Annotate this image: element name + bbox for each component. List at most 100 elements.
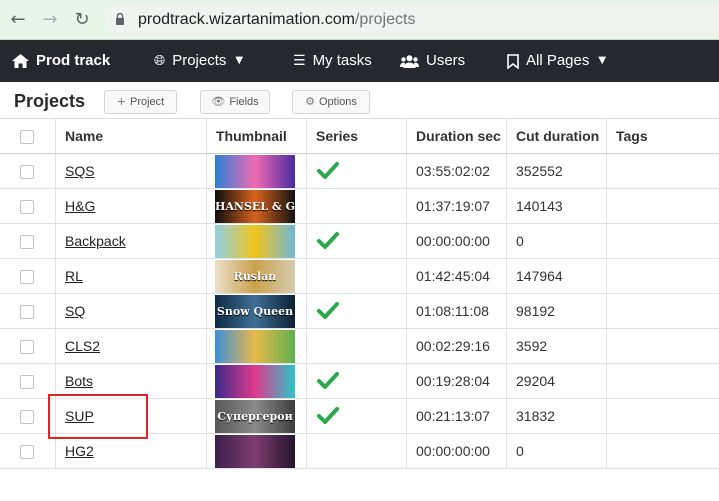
row-checkbox[interactable]	[20, 375, 34, 389]
add-project-label: Project	[129, 96, 165, 108]
project-name-link[interactable]: Bots	[65, 373, 93, 389]
reload-icon[interactable]: ↻	[70, 8, 94, 32]
page-toolbar: Projects + Project 👁︎ Fields ⚙︎ Options	[0, 82, 719, 120]
thumbnail-cell	[207, 364, 307, 398]
project-name-link[interactable]: HG2	[65, 443, 94, 459]
nav-projects[interactable]: 🌐︎ Projects ▼	[154, 40, 243, 82]
address-bar[interactable]: prodtrack.wizartanimation.com/projects	[105, 6, 719, 34]
caret-down-icon: ▼	[598, 55, 607, 67]
project-name-link[interactable]: CLS2	[65, 338, 100, 354]
gears-icon: ⚙︎	[305, 95, 315, 108]
project-thumbnail[interactable]: HANSEL & GRETEL	[215, 190, 295, 223]
cut-duration-cell: 3592	[507, 329, 607, 363]
nav-all-pages[interactable]: All Pages ▼	[507, 40, 606, 82]
caret-down-icon: ▼	[235, 55, 244, 67]
header-tags[interactable]: Tags	[607, 119, 719, 153]
project-thumbnail[interactable]	[215, 225, 295, 258]
row-checkbox[interactable]	[20, 305, 34, 319]
thumbnail-cell	[207, 434, 307, 468]
series-cell	[307, 224, 407, 258]
bookmark-icon	[507, 53, 519, 69]
check-icon	[317, 232, 339, 249]
brand-label: Prod track	[36, 52, 111, 69]
header-duration[interactable]: Duration sec	[407, 119, 507, 153]
name-cell: HG2	[56, 434, 207, 468]
name-cell: Backpack	[56, 224, 207, 258]
project-thumbnail[interactable]	[215, 155, 295, 188]
project-thumbnail[interactable]	[215, 365, 295, 398]
table-row: HG2 00:00:00:00 0	[0, 434, 719, 469]
series-cell	[307, 259, 407, 293]
table-row: SQS 03:55:02:02 352552	[0, 154, 719, 189]
cut-duration-cell: 0	[507, 434, 607, 468]
header-thumbnail[interactable]: Thumbnail	[207, 119, 307, 153]
nav-my-tasks[interactable]: ☰ My tasks	[293, 40, 372, 82]
project-name-link[interactable]: RL	[65, 268, 83, 284]
duration-cell: 01:08:11:08	[407, 294, 507, 328]
check-icon	[317, 302, 339, 319]
page-title: Projects	[14, 91, 86, 111]
table-row: H&G HANSEL & GRETEL 01:37:19:07140143	[0, 189, 719, 224]
duration-cell: 00:21:13:07	[407, 399, 507, 433]
project-thumbnail[interactable]	[215, 435, 295, 468]
lock-icon	[116, 12, 124, 25]
cut-duration-cell: 352552	[507, 154, 607, 188]
options-button[interactable]: ⚙︎ Options	[292, 90, 370, 114]
thumbnail-cell: Snow Queen	[207, 294, 307, 328]
url-text: prodtrack.wizartanimation.com/projects	[138, 11, 415, 29]
row-checkbox[interactable]	[20, 445, 34, 459]
row-checkbox[interactable]	[20, 340, 34, 354]
plus-icon: +	[116, 95, 126, 108]
tags-cell	[607, 364, 719, 398]
thumbnail-title	[215, 435, 295, 468]
fields-button[interactable]: 👁︎ Fields	[200, 90, 270, 114]
row-checkbox[interactable]	[20, 200, 34, 214]
nav-projects-label: Projects	[172, 52, 227, 69]
nav-users-label: Users	[426, 52, 466, 69]
name-cell: CLS2	[56, 329, 207, 363]
brand-link[interactable]: Prod track	[12, 40, 110, 82]
project-name-link[interactable]: H&G	[65, 198, 95, 214]
header-cut-duration[interactable]: Cut duration	[507, 119, 607, 153]
thumbnail-title	[215, 365, 295, 398]
header-name[interactable]: Name	[56, 119, 207, 153]
project-thumbnail[interactable]: Ruslan	[215, 260, 295, 293]
project-name-link[interactable]: SQ	[65, 303, 85, 319]
duration-cell: 00:19:28:04	[407, 364, 507, 398]
eye-icon: 👁︎	[211, 95, 226, 108]
duration-cell: 00:02:29:16	[407, 329, 507, 363]
select-cell	[0, 294, 56, 328]
project-thumbnail[interactable]: Snow Queen	[215, 295, 295, 328]
select-cell	[0, 189, 56, 223]
project-name-link[interactable]: Backpack	[65, 233, 126, 249]
check-icon	[317, 372, 339, 389]
project-thumbnail[interactable]: Супергерои	[215, 400, 295, 433]
select-cell	[0, 329, 56, 363]
row-checkbox[interactable]	[20, 165, 34, 179]
duration-cell: 01:42:45:04	[407, 259, 507, 293]
series-cell	[307, 399, 407, 433]
tags-cell	[607, 189, 719, 223]
browser-toolbar: ← → ↻ prodtrack.wizartanimation.com/proj…	[0, 0, 719, 40]
cut-duration-cell: 29204	[507, 364, 607, 398]
table-row: SQ Snow Queen 01:08:11:08 98192	[0, 294, 719, 329]
table-row: Backpack 00:00:00:00 0	[0, 224, 719, 259]
cut-duration-cell: 147964	[507, 259, 607, 293]
header-series[interactable]: Series	[307, 119, 407, 153]
select-cell	[0, 154, 56, 188]
home-icon	[12, 54, 29, 69]
row-checkbox[interactable]	[20, 410, 34, 424]
forward-icon[interactable]: →	[38, 8, 62, 32]
nav-users[interactable]: Users	[400, 40, 465, 82]
row-checkbox[interactable]	[20, 235, 34, 249]
fields-label: Fields	[229, 96, 259, 108]
select-all-checkbox[interactable]	[20, 130, 34, 144]
project-name-link[interactable]: SQS	[65, 163, 95, 179]
add-project-button[interactable]: + Project	[104, 90, 177, 114]
header-select-cell	[0, 119, 56, 153]
row-checkbox[interactable]	[20, 270, 34, 284]
duration-cell: 03:55:02:02	[407, 154, 507, 188]
back-icon[interactable]: ←	[6, 8, 30, 32]
project-thumbnail[interactable]	[215, 330, 295, 363]
series-cell	[307, 154, 407, 188]
